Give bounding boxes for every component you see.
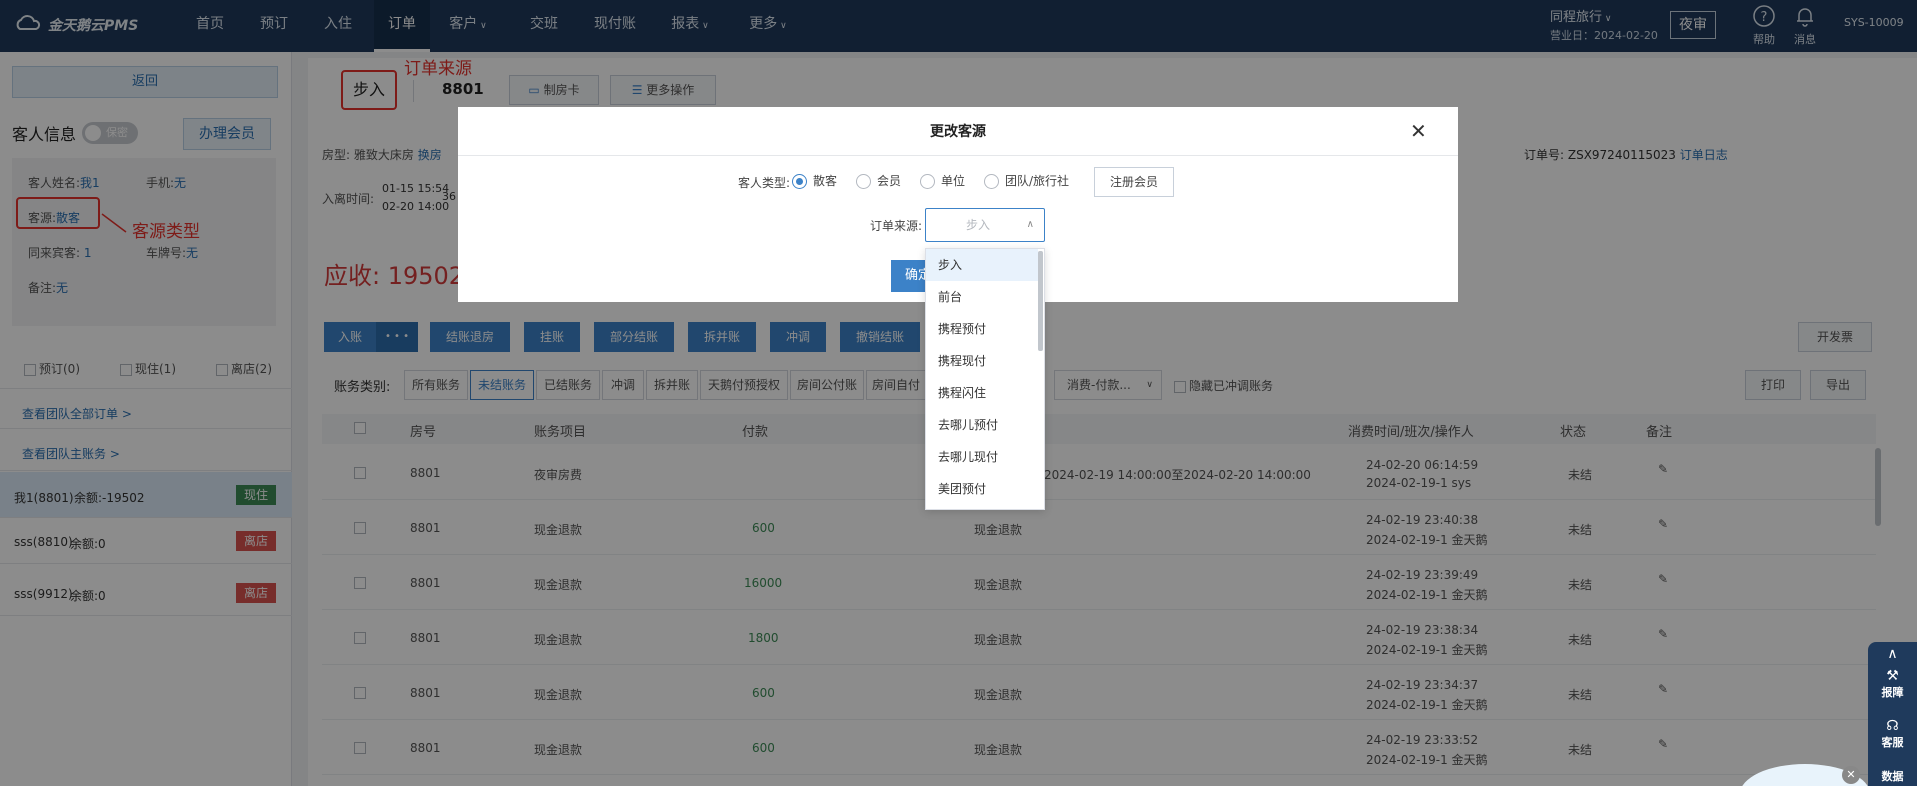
dropdown-option[interactable]: 前台 — [926, 281, 1038, 313]
radio-company-label: 单位 — [941, 174, 966, 188]
radio-button[interactable] — [920, 174, 935, 189]
radio-group-agency-label: 团队/旅行社 — [1005, 174, 1070, 188]
dropdown-option[interactable]: 携程预付 — [926, 313, 1038, 345]
dropdown-option[interactable]: 步入 — [926, 249, 1038, 281]
guest-type-label: 客人类型: — [738, 176, 791, 190]
data-label: 数据 — [1881, 770, 1904, 783]
order-source-dropdown: 步入 前台 携程预付 携程现付 携程闪住 去哪儿预付 去哪儿现付 美团预付 — [925, 248, 1045, 510]
report-issue-button[interactable]: ⚒ 报障 — [1868, 668, 1917, 700]
dropdown-option[interactable]: 美团预付 — [926, 473, 1038, 505]
dropdown-option[interactable]: 携程闪住 — [926, 377, 1038, 409]
dropdown-option[interactable]: 去哪儿现付 — [926, 441, 1038, 473]
support-button[interactable]: ☊ 客服 — [1868, 718, 1917, 750]
confirm-button[interactable]: 确定 — [891, 260, 925, 292]
radio-group-agency[interactable]: 团队/旅行社 — [984, 172, 1069, 189]
dropdown-scrollbar[interactable] — [1038, 251, 1043, 351]
side-service-widget: ∧ ⚒ 报障 ☊ 客服 数据 — [1868, 642, 1917, 786]
report-issue-label: 报障 — [1881, 686, 1904, 699]
radio-button[interactable] — [984, 174, 999, 189]
register-member-dialog-button[interactable]: 注册会员 — [1094, 167, 1174, 197]
close-icon[interactable]: ✕ — [1842, 766, 1860, 784]
radio-company[interactable]: 单位 — [920, 172, 965, 189]
dropdown-option[interactable]: 携程现付 — [926, 345, 1038, 377]
radio-button[interactable] — [792, 174, 807, 189]
dropdown-option[interactable]: 去哪儿预付 — [926, 409, 1038, 441]
data-button[interactable]: 数据 — [1868, 768, 1917, 786]
close-icon[interactable]: ✕ — [1410, 119, 1427, 143]
order-source-placeholder: 步入 — [966, 218, 991, 232]
radio-member-label: 会员 — [877, 174, 902, 188]
radio-button[interactable] — [856, 174, 871, 189]
wrench-icon: ⚒ — [1886, 668, 1899, 684]
chevron-up-icon: ∧ — [1026, 219, 1034, 230]
dialog-title: 更改客源 — [930, 124, 986, 140]
radio-walkin[interactable]: 散客 — [792, 172, 837, 189]
dialog-divider — [458, 155, 1458, 156]
radio-walkin-label: 散客 — [813, 174, 838, 188]
order-source-select[interactable]: 步入 ∧ — [925, 208, 1045, 242]
chevron-up-icon[interactable]: ∧ — [1868, 646, 1917, 662]
support-label: 客服 — [1881, 736, 1904, 749]
order-source-label: 订单来源: — [870, 219, 923, 233]
headset-icon: ☊ — [1886, 718, 1899, 734]
radio-member[interactable]: 会员 — [856, 172, 901, 189]
